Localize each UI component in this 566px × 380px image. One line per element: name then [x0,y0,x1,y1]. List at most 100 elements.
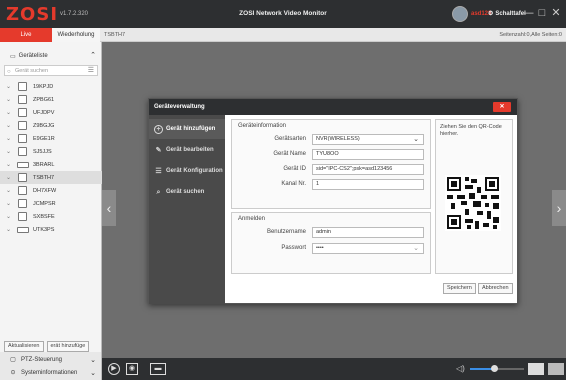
dialog-close-button[interactable]: ✕ [493,102,511,112]
config-icon: ☰ [155,167,162,175]
refresh-button[interactable]: Aktualisieren [4,341,44,352]
channel-label: Kanal Nr. [281,181,306,187]
system-info-row[interactable]: ⊙ Systeminformationen ⌄ [0,366,102,379]
next-page-button[interactable]: › [552,190,566,226]
device-name: SJ5JJS [33,148,52,155]
play-icon[interactable]: ▶ [108,363,120,375]
camera-icon [18,212,27,221]
avatar [452,6,468,22]
dialog-nav-label: Gerät hinzufügen [166,126,216,132]
volume-icon[interactable]: ◁) [456,364,465,373]
search-icon: ○ [7,69,11,75]
dialog-nav-item[interactable]: ✎ Gerät bearbeiten [149,140,225,160]
dialog-nav-item[interactable]: ⌕ Gerät suchen [149,182,225,202]
single-view-icon[interactable] [528,363,544,375]
search-icon: ⌕ [156,188,161,196]
device-item[interactable]: ⌄ E9GE1R [0,132,102,145]
cancel-button[interactable]: Abbrechen [478,283,513,294]
chevron-down-icon[interactable]: ⌄ [6,135,14,142]
device-item[interactable]: ⌄ SXBSFE [0,210,102,223]
current-device-label: TSBTH7 [104,32,126,38]
add-device-button[interactable]: erät hinzufüge [46,341,90,352]
app-version: v1.7.2.320 [60,11,89,17]
device-item[interactable]: ⌄ Z9BGJG [0,119,102,132]
login-title: Anmelden [238,216,266,222]
device-name: SXBSFE [33,213,55,220]
dialog-nav: + Gerät hinzufügen ✎ Gerät bearbeiten ☰ Gerät… [149,115,225,304]
chevron-down-icon[interactable]: ⌄ [6,122,14,129]
device-name-input[interactable]: TYU8OO [312,149,424,160]
gear-icon: ⚙ [488,11,494,17]
chevron-down-icon[interactable]: ⌄ [6,148,14,155]
qr-code-icon [445,175,501,231]
camera-icon [18,186,27,195]
grid-view-icon[interactable] [548,363,564,375]
dialog-nav-label: Gerät suchen [166,189,205,195]
ptz-control-row[interactable]: ▢ PTZ-Steuerung ⌄ [0,353,102,366]
device-item[interactable]: ⌄ JCMPSR [0,197,102,210]
dialog-nav-item[interactable]: ☰ Gerät Konfiguration [149,161,225,181]
dialog-nav-label: Gerät Konfiguration [166,168,223,174]
ptz-label: PTZ-Steuerung [21,356,63,363]
channel-input[interactable]: 1 [312,179,424,190]
tab-replay[interactable]: Wiederholung [52,28,100,42]
type-label-row: Gerätsarten [232,134,306,145]
bottom-toolbar: ▶ ◉ ▬ ◁) [102,358,566,380]
device-item[interactable]: ⌄ 3BRARL [0,158,102,171]
device-name: UFJDPV [33,109,55,116]
chevron-down-icon[interactable]: ⌄ [6,161,14,168]
snapshot-icon[interactable]: ◉ [126,363,138,375]
dialog-title-text: Geräteverwaltung [154,104,205,110]
title-bar: ZOSI v1.7.2.320 ZOSI Network Video Monit… [0,0,566,28]
minimize-button[interactable]: — [522,7,534,19]
chevron-down-icon: ⌄ [413,245,419,252]
id-label-row: Gerät ID [232,164,306,175]
device-item[interactable]: ⌄ 19KPJD [0,80,102,93]
maximize-button[interactable]: □ [536,7,548,19]
chevron-down-icon[interactable]: ⌄ [6,200,14,207]
record-icon[interactable]: ▬ [150,363,166,375]
close-button[interactable]: ✕ [550,7,562,19]
chevron-up-icon[interactable]: ⌃ [90,51,96,59]
chevron-down-icon[interactable]: ⌄ [6,226,14,233]
chevron-down-icon[interactable]: ⌄ [6,213,14,220]
device-item[interactable]: ⌄ UFJDPV [0,106,102,119]
switchboard-button[interactable]: ⚙ Schalttafel [488,10,526,18]
device-item[interactable]: ⌄ DH7XFW [0,184,102,197]
tab-live[interactable]: Live [0,28,52,42]
save-button[interactable]: Speichern [443,283,476,294]
username-input[interactable]: admin [312,227,424,238]
chevron-down-icon[interactable]: ⌄ [6,187,14,194]
previous-page-button[interactable]: ‹ [102,190,116,226]
chevron-down-icon[interactable]: ⌄ [6,109,14,116]
device-type-label: Gerätsarten [274,136,306,142]
user-label-row: Benutzername [232,227,306,238]
dialog-nav-item[interactable]: + Gerät hinzufügen [149,119,225,139]
nvr-icon [17,161,29,168]
chevron-down-icon[interactable]: ⌄ [6,174,14,181]
device-name: UTK3PS [33,226,55,233]
volume-slider[interactable] [470,365,524,372]
password-value: •••• [316,245,324,251]
sidebar: ▭ Geräteliste ⌃ ○ Gerät suchen ☰ ⌄ 19KPJD… [0,42,102,358]
device-id-input[interactable]: sid="IPC-CS2";psk=asd123456 [312,164,424,175]
device-item[interactable]: ⌄ ZPBG61 [0,93,102,106]
plus-circle-icon: + [154,124,163,134]
chevron-down-icon[interactable]: ⌄ [6,96,14,103]
device-item[interactable]: ⌄ UTK3PS [0,223,102,236]
volume-knob[interactable] [491,365,499,372]
device-management-dialog: Geräteverwaltung ✕ + Gerät hinzufügen ✎ Ger… [148,98,518,304]
device-type-select[interactable]: NVR(WIRELESS) ⌄ [312,134,424,145]
user-menu[interactable]: asd123 [452,6,491,22]
device-info-title: Geräteinformation [238,123,287,129]
device-search-input[interactable]: ○ Gerät suchen ☰ [4,65,98,76]
device-list-header[interactable]: ▭ Geräteliste ⌃ [0,50,102,62]
list-view-icon[interactable]: ☰ [88,66,94,76]
device-item[interactable]: ⌄ SJ5JJS [0,145,102,158]
password-input[interactable]: •••• ⌄ [312,243,424,254]
channel-label-row: Kanal Nr. [232,179,306,190]
chevron-down-icon[interactable]: ⌄ [6,83,14,90]
device-item[interactable]: ⌄ TSBTH7 [0,171,102,184]
password-label-row: Passwort [232,243,306,254]
qr-drop-zone[interactable]: Ziehen Sie den QR-Code hierher. [435,119,513,274]
